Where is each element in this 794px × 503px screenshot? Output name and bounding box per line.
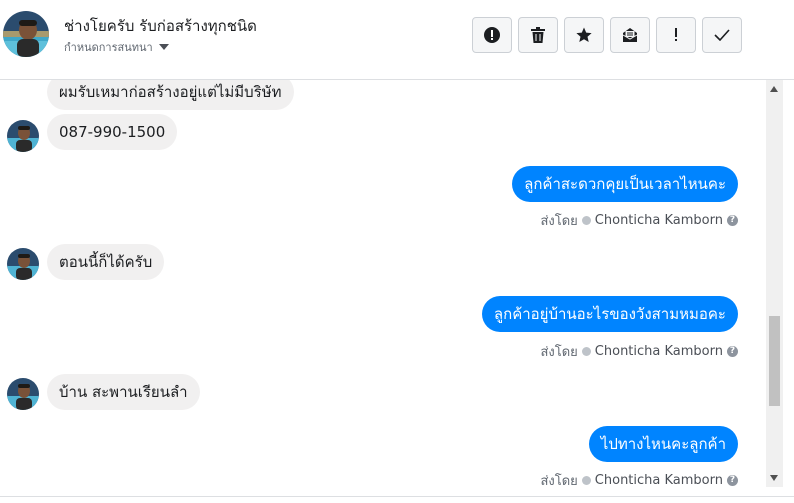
delete-button[interactable] — [518, 17, 558, 53]
incoming-message[interactable]: 087-990-1500 — [47, 114, 178, 150]
trash-icon — [531, 27, 545, 43]
mark-unread-button[interactable] — [610, 17, 650, 53]
star-button[interactable] — [564, 17, 604, 53]
scroll-down-icon[interactable] — [770, 475, 778, 481]
checkmark-icon — [714, 29, 730, 41]
sent-by-label: ส่งโดย — [540, 345, 578, 360]
sender-avatar[interactable] — [7, 248, 39, 280]
mark-unread-icon — [622, 28, 638, 42]
contact-avatar[interactable] — [3, 11, 49, 57]
sender-avatar[interactable] — [7, 120, 39, 152]
sender-name[interactable]: Chonticha Kamborn — [595, 213, 723, 228]
conversation-menu[interactable]: กำหนดการสนทนา — [64, 38, 169, 56]
incoming-message[interactable]: ผมรับเหมาก่อสร้างอยู่แต่ไม่มีบริษัท — [47, 80, 294, 110]
star-icon — [576, 27, 592, 42]
sent-by-line: ส่งโดย Chonticha Kamborn ? — [540, 470, 738, 491]
help-icon[interactable]: ? — [727, 475, 738, 486]
spam-button[interactable] — [656, 17, 696, 53]
incoming-message[interactable]: ตอนนี้ก็ได้ครับ — [47, 244, 165, 280]
help-icon[interactable]: ? — [727, 215, 738, 226]
report-button[interactable] — [472, 17, 512, 53]
conversation-subtitle: กำหนดการสนทนา — [64, 41, 153, 54]
outgoing-message[interactable]: ลูกค้าสะดวกคุยเป็นเวลาไหนคะ — [512, 166, 738, 202]
outgoing-message[interactable]: ลูกค้าอยู่บ้านอะไรของวังสามหมอคะ — [481, 296, 738, 332]
report-icon — [484, 27, 500, 43]
sent-by-label: ส่งโดย — [540, 214, 578, 229]
incoming-message[interactable]: บ้าน สะพานเรียนลำ — [47, 374, 200, 410]
seen-check-icon — [581, 476, 591, 485]
sender-name[interactable]: Chonticha Kamborn — [595, 473, 723, 488]
sender-avatar[interactable] — [7, 378, 39, 410]
sent-by-line: ส่งโดย Chonticha Kamborn ? — [540, 341, 738, 362]
conversation-header: ช่างโยครับ รับก่อสร้างทุกชนิด กำหนดการสน… — [0, 0, 794, 80]
sent-by-line: ส่งโดย Chonticha Kamborn ? — [540, 210, 738, 231]
message-list: ผมรับเหมาก่อสร้างอยู่แต่ไม่มีบริษัท 087-… — [0, 80, 766, 502]
scroll-thumb[interactable] — [769, 316, 780, 406]
seen-check-icon — [581, 216, 591, 225]
conversation-title: ช่างโยครับ รับก่อสร้างทุกชนิด — [64, 17, 257, 35]
sent-by-label: ส่งโดย — [540, 474, 578, 489]
outgoing-message[interactable]: ไปทางไหนคะลูกค้า — [588, 426, 738, 462]
conversation-toolbar — [472, 17, 742, 53]
caret-down-icon — [158, 44, 169, 50]
help-icon[interactable]: ? — [727, 346, 738, 357]
message-scrollbar[interactable] — [766, 80, 783, 487]
alert-icon — [675, 28, 677, 41]
seen-check-icon — [581, 347, 591, 356]
done-button[interactable] — [702, 17, 742, 53]
scroll-up-icon[interactable] — [770, 86, 778, 92]
sender-name[interactable]: Chonticha Kamborn — [595, 344, 723, 359]
